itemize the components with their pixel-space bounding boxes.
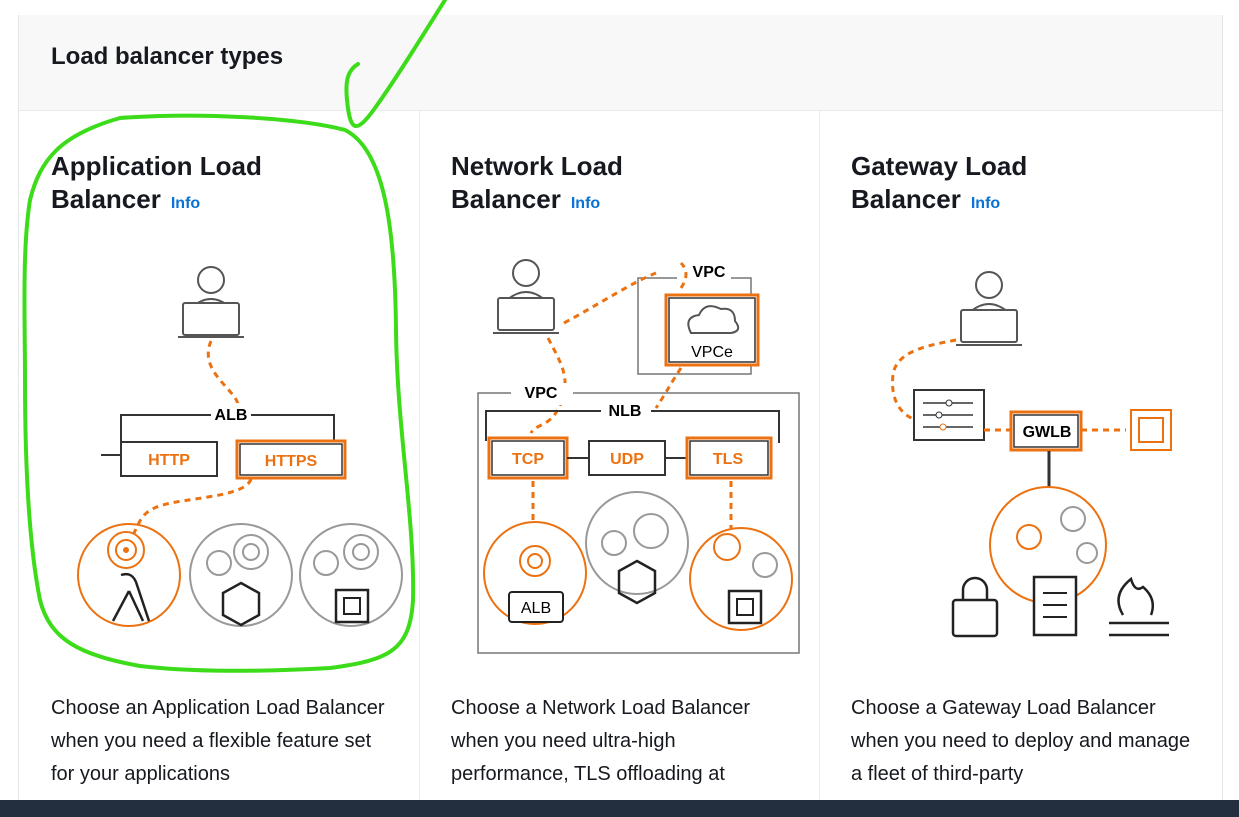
footer-bar [0, 800, 1239, 817]
load-balancer-types-panel: Load balancer types Application Load Bal… [18, 15, 1223, 805]
gwlb-title-line2: Balancer [851, 184, 961, 214]
tcp-label: TCP [512, 451, 544, 468]
nlb-diagram: VPC VPCe VPC NLB TCP UDP TLS ALB [477, 259, 800, 654]
nlb-title-line2: Balancer [451, 184, 561, 214]
firewall-icon [1109, 576, 1169, 637]
user-laptop-icon [493, 259, 559, 334]
chip-icon [727, 589, 763, 625]
alb-title-line2: Balancer [51, 184, 161, 214]
alb-title: Application Load Balancer Info [51, 150, 262, 220]
tls-label: TLS [713, 451, 744, 468]
nlb-title: Network Load Balancer Info [451, 150, 623, 220]
alb-title-line1: Application Load [51, 151, 262, 181]
gwlb-description: Choose a Gateway Load Balancer when you … [851, 697, 1191, 785]
user-laptop-icon [956, 271, 1022, 346]
alb-target-label: ALB [521, 600, 551, 617]
alb-info-link[interactable]: Info [171, 195, 200, 212]
column-divider [819, 111, 820, 805]
https-label: HTTPS [265, 453, 318, 470]
nlb-title-line1: Network Load [451, 151, 623, 181]
alb-diagram: ALB HTTP HTTPS [77, 266, 403, 627]
gwlb-label: GWLB [1023, 424, 1072, 441]
column-divider [419, 111, 420, 805]
panel-header: Load balancer types [19, 15, 1222, 111]
alb-group-label: ALB [215, 407, 248, 424]
udp-label: UDP [610, 451, 644, 468]
panel-title: Load balancer types [51, 43, 284, 70]
vpc-label-top: VPC [693, 264, 726, 281]
user-laptop-icon [178, 266, 244, 338]
gwlb-diagram: GWLB [891, 271, 1172, 638]
alb-description: Choose an Application Load Balancer when… [51, 697, 385, 785]
container-icon [617, 559, 657, 605]
vpce-label: VPCe [691, 344, 733, 361]
chip-icon [1130, 409, 1172, 451]
nlb-group-label: NLB [609, 403, 642, 420]
http-label: HTTP [148, 452, 190, 469]
gwlb-title: Gateway Load Balancer Info [851, 150, 1027, 220]
nlb-info-link[interactable]: Info [571, 195, 600, 212]
lock-icon [951, 598, 999, 638]
gwlb-info-link[interactable]: Info [971, 195, 1000, 212]
lambda-icon [111, 572, 151, 622]
gwlb-title-line1: Gateway Load [851, 151, 1028, 181]
container-icon [221, 581, 261, 627]
vpc-label: VPC [525, 385, 558, 402]
chip-icon [334, 588, 370, 624]
nlb-description: Choose a Network Load Balancer when you … [451, 697, 751, 785]
